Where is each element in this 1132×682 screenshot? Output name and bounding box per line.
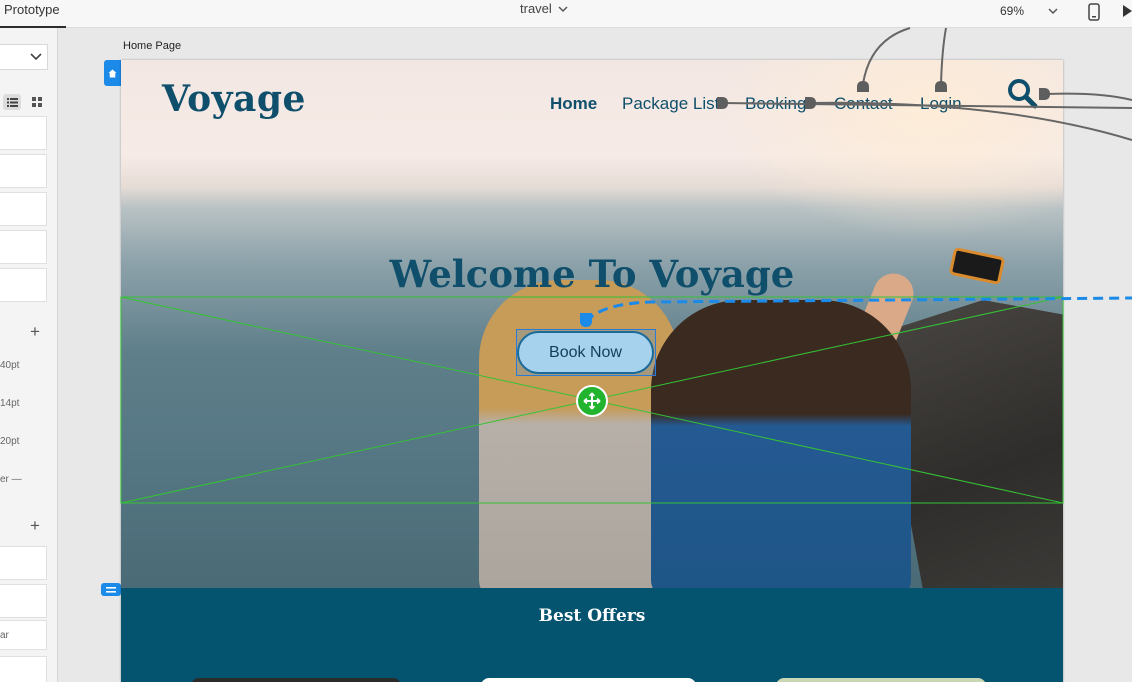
nav-login[interactable]: Login <box>920 94 962 114</box>
left-panel: + 40pt 14pt 20pt er — + ar <box>0 28 58 682</box>
best-offers-title: Best Offers <box>538 606 646 626</box>
search-icon[interactable] <box>1006 77 1038 109</box>
document-title-dropdown[interactable]: travel <box>520 1 568 16</box>
panel-item[interactable] <box>0 268 47 302</box>
panel-item[interactable] <box>0 584 47 618</box>
hero-title: Welcome To Voyage <box>389 252 795 296</box>
panel-item[interactable] <box>0 192 47 226</box>
panel-item[interactable] <box>0 656 47 682</box>
move-handle-icon[interactable] <box>576 385 608 417</box>
person-right <box>651 300 911 588</box>
site-logo[interactable]: Voyage <box>162 78 306 120</box>
artboard-title[interactable]: Home Page <box>123 40 181 52</box>
font-size-label: 20pt <box>0 436 20 447</box>
panel-item[interactable] <box>0 546 47 580</box>
nav-package-list[interactable]: Package List <box>622 94 719 114</box>
style-label: er — <box>0 474 22 485</box>
play-icon[interactable] <box>1122 4 1132 18</box>
chevron-down-icon <box>30 53 42 61</box>
nav-booking[interactable]: Booking <box>745 94 806 114</box>
chevron-down-icon <box>1048 8 1058 15</box>
nav-contact[interactable]: Contact <box>834 94 893 114</box>
offer-card[interactable] <box>481 678 696 682</box>
artboard-home-page: Voyage Home Package List Booking Contact… <box>121 60 1063 682</box>
document-title: travel <box>520 1 552 16</box>
add-icon[interactable]: + <box>30 323 40 340</box>
panel-item[interactable] <box>0 154 47 188</box>
home-marker-icon[interactable] <box>104 60 121 86</box>
panel-item[interactable] <box>0 116 47 150</box>
panel-dropdown[interactable] <box>0 44 48 70</box>
zoom-level: 69% <box>1000 4 1025 18</box>
add-icon[interactable]: + <box>30 517 40 534</box>
nav-home[interactable]: Home <box>550 94 597 114</box>
mobile-device-icon[interactable] <box>1088 3 1100 21</box>
book-now-button[interactable]: Book Now <box>517 331 654 374</box>
offer-card[interactable] <box>191 678 401 682</box>
chevron-down-icon <box>558 5 568 12</box>
offer-card[interactable] <box>776 678 986 682</box>
grid-view-icon[interactable] <box>29 94 45 110</box>
top-toolbar: Prototype travel 69% <box>0 0 1132 28</box>
font-size-label: 40pt <box>0 360 20 371</box>
zoom-select[interactable]: 69% <box>994 1 1064 21</box>
interaction-pin-icon[interactable] <box>578 311 594 329</box>
panel-item[interactable] <box>0 230 47 264</box>
list-view-icon[interactable] <box>3 94 21 110</box>
style-label: ar <box>0 630 9 641</box>
scroll-group-icon[interactable] <box>101 583 121 596</box>
best-offers-section: Best Offers <box>121 588 1063 682</box>
font-size-label: 14pt <box>0 398 20 409</box>
tab-prototype[interactable]: Prototype <box>0 0 66 28</box>
